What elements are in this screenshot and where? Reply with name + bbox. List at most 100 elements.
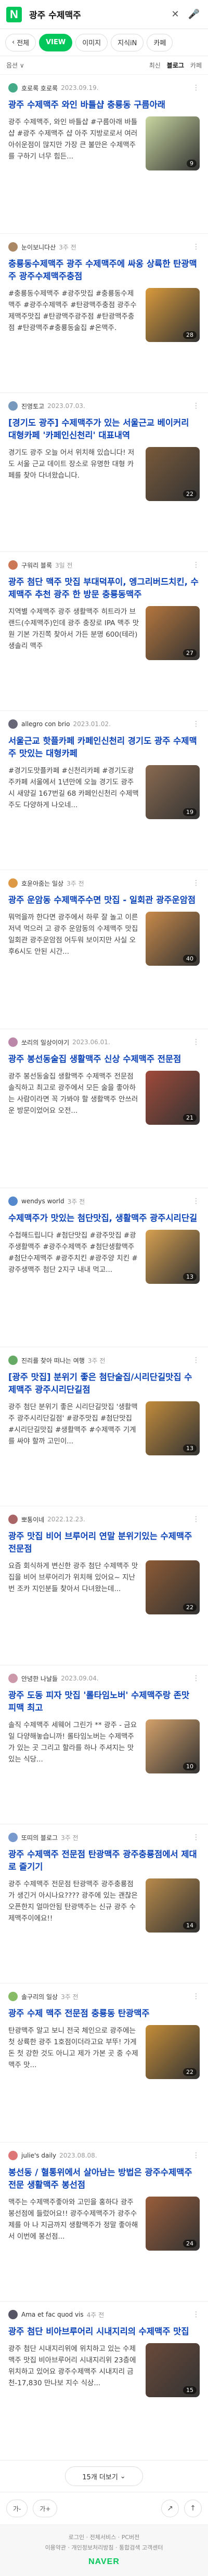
post-title[interactable]: 봉선동 / 혈통위에서 살아남는 방법은 광주수제맥주 전문 생활맥주 봉선점 bbox=[8, 2166, 200, 2191]
post-snippet[interactable]: 광주 수제맥주 전문점 탄광맥주 광주충룡점 가 생긴거 아시나요???? 광주… bbox=[8, 1878, 139, 1924]
avatar[interactable] bbox=[8, 1674, 18, 1683]
post-snippet[interactable]: 광주 첨단 시내지리위에 위치하고 있는 수제맥주 맛집 비아브루어리 시내지리… bbox=[8, 2343, 139, 2389]
author-name[interactable]: 안녕한 나날들 bbox=[21, 1674, 58, 1683]
avatar[interactable] bbox=[8, 1356, 18, 1365]
author-name[interactable]: 구워리 블록 bbox=[21, 561, 52, 570]
avatar[interactable] bbox=[8, 719, 18, 729]
font-smaller-button[interactable]: 가- bbox=[6, 2500, 28, 2517]
result-item[interactable]: 쏘리의 일상이야기 2023.06.01. ⋮ 광주 봉선동술집 생활맥주 신상 수제… bbox=[0, 1029, 208, 1188]
post-title[interactable]: [경기도 광주] 수제맥주가 있는 서울근교 베이커리 대형카페 '카페인신천리… bbox=[8, 417, 200, 442]
result-item[interactable]: 호윤아줌는 일상 3주 전 ⋮ 광주 운암동 수제맥주수면 맛집 - 일회관 광주운암… bbox=[0, 870, 208, 1029]
result-item[interactable]: 안녕한 나날들 2023.09.04. ⋮ 광주 도동 피자 맛집 '롤타임노버' 수… bbox=[0, 1665, 208, 1824]
more-options-icon[interactable]: ⋮ bbox=[192, 879, 200, 887]
post-thumbnail[interactable]: 19 bbox=[146, 765, 200, 819]
tab-image[interactable]: 이미지 bbox=[75, 33, 108, 51]
post-title[interactable]: 광주 도동 피자 맛집 '롤타임노버' 수제맥주랑 존맛 피맥 최고 bbox=[8, 1689, 200, 1714]
post-snippet[interactable]: 지역별 수제맥주 광주 생활맥주 히트라가 브랜드(수제맥주)인데 광주 충장로… bbox=[8, 606, 139, 652]
author-name[interactable]: 또띠의 블로그 bbox=[21, 1833, 58, 1842]
post-thumbnail[interactable]: 13 bbox=[146, 1230, 200, 1284]
more-options-icon[interactable]: ⋮ bbox=[192, 1833, 200, 1842]
tab-kin[interactable]: 지식iN bbox=[111, 33, 144, 51]
more-options-icon[interactable]: ⋮ bbox=[192, 2310, 200, 2319]
post-title[interactable]: 광주 수제 맥주 전문점 충룡동 탄광맥주 bbox=[8, 2007, 200, 2020]
tab-all[interactable]: ‹ 전체 bbox=[5, 33, 36, 51]
post-thumbnail[interactable]: 22 bbox=[146, 2025, 200, 2079]
post-snippet[interactable]: 수첩해드립니다 #첨단맛집 #광주맛집 #광주생활맥주 #광주수제맥주 #첨단생… bbox=[8, 1230, 139, 1276]
footer-links[interactable]: 로그인 · 전체서비스 · PC버전 bbox=[0, 2532, 208, 2543]
author-name[interactable]: wendys world bbox=[21, 1198, 64, 1205]
more-options-icon[interactable]: ⋮ bbox=[192, 2151, 200, 2160]
post-thumbnail[interactable]: 21 bbox=[146, 1071, 200, 1125]
tab-view[interactable]: VIEW bbox=[39, 33, 73, 51]
result-item[interactable]: 구워리 블록 3일 전 ⋮ 광주 첨단 맥주 맛집 부대덕푸이, 엥그리버드치킨, 수… bbox=[0, 552, 208, 711]
more-options-icon[interactable]: ⋮ bbox=[192, 243, 200, 251]
post-thumbnail[interactable]: 28 bbox=[146, 288, 200, 342]
post-title[interactable]: 광주 맛집 비어 브루어리 연말 분위기있는 수제맥주 전문점 bbox=[8, 1530, 200, 1555]
post-title[interactable]: 수제맥주가 맛있는 첨단맛집, 생활맥주 광주시리단길 bbox=[8, 1212, 200, 1225]
avatar[interactable] bbox=[8, 1037, 18, 1047]
author-name[interactable]: julie's daily bbox=[21, 2152, 56, 2159]
options-toggle[interactable]: 옵션 ∨ bbox=[6, 61, 24, 70]
search-query[interactable]: 광주 수제맥주 bbox=[29, 8, 164, 21]
more-button[interactable]: 15개 더보기 ⌄ bbox=[65, 2466, 143, 2486]
more-options-icon[interactable]: ⋮ bbox=[192, 402, 200, 410]
post-snippet[interactable]: #충룡동수제맥주 #광주맛집 #충룡동수제맥주 #광주수제맥주 #탄광맥주충점 … bbox=[8, 288, 139, 334]
sort-cafe[interactable]: 카페 bbox=[190, 61, 202, 70]
more-options-icon[interactable]: ⋮ bbox=[192, 720, 200, 728]
more-options-icon[interactable]: ⋮ bbox=[192, 1992, 200, 2001]
post-snippet[interactable]: 뭐먹을까 한다면 광주에서 하루 잘 놀고 이른 저녁 먹으러 고 광주 운암동… bbox=[8, 912, 139, 957]
more-options-icon[interactable]: ⋮ bbox=[192, 561, 200, 569]
avatar[interactable] bbox=[8, 878, 18, 888]
avatar[interactable] bbox=[8, 2310, 18, 2319]
post-thumbnail[interactable]: 14 bbox=[146, 1878, 200, 1933]
naver-logo[interactable]: N bbox=[6, 6, 22, 22]
result-item[interactable]: 솔구리의 일상 3주 전 ⋮ 광주 수제 맥주 전문점 충룡동 탄광맥주 탄광맥주 알고… bbox=[0, 1983, 208, 2143]
author-name[interactable]: 호윤아줌는 일상 bbox=[21, 879, 63, 888]
author-name[interactable]: 호로록 호로록 bbox=[21, 84, 58, 93]
result-item[interactable]: 진영토고 2023.07.03. ⋮ [경기도 광주] 수제맥주가 있는 서울근교 베… bbox=[0, 393, 208, 552]
more-options-icon[interactable]: ⋮ bbox=[192, 1197, 200, 1205]
post-title[interactable]: 광주 수제맥주 와인 바틀샵 충룡동 구름아래 bbox=[8, 99, 200, 111]
avatar[interactable] bbox=[8, 1197, 18, 1206]
post-snippet[interactable]: 맥주는 수제맥주좋아와 고민을 홍하다 광주봉선점에 들렀어요!! 광주수제맥주… bbox=[8, 2197, 139, 2242]
avatar[interactable] bbox=[8, 560, 18, 570]
avatar[interactable] bbox=[8, 2151, 18, 2160]
more-options-icon[interactable]: ⋮ bbox=[192, 84, 200, 92]
avatar[interactable] bbox=[8, 1992, 18, 2001]
mic-icon[interactable]: 🎤 bbox=[186, 7, 202, 22]
post-title[interactable]: 광주 봉선동술집 생활맥주 신상 수제맥주 전문점 bbox=[8, 1053, 200, 1066]
post-snippet[interactable]: 탄광맥주 알고 보니 전국 체인으로 광주에는 첫 상륙한 광주 1호점이더라고… bbox=[8, 2025, 139, 2071]
post-snippet[interactable]: 광주 봉선동술집 생활맥주 수제맥주 전문점 솔직하고 최고로 광주에서 모든 … bbox=[8, 1071, 139, 1116]
post-title[interactable]: 서울근교 핫플카페 카페인신천리 경기도 광주 수제맥주 맛있는 대형카페 bbox=[8, 735, 200, 760]
author-name[interactable]: Ama et fac quod vis bbox=[21, 2311, 84, 2318]
avatar[interactable] bbox=[8, 83, 18, 93]
more-options-icon[interactable]: ⋮ bbox=[192, 1515, 200, 1523]
result-item[interactable]: 뽀통이네 2022.12.23. ⋮ 광주 맛집 비어 브루어리 연말 분위기있는 수… bbox=[0, 1506, 208, 1665]
post-title[interactable]: 광주 수제맥주 전문점 탄광맥주 광주충룡점에서 제대로 즐기기 bbox=[8, 1848, 200, 1873]
post-title[interactable]: 광주 첨단 맥주 맛집 부대덕푸이, 엥그리버드치킨, 수제맥주 추천 광주 한… bbox=[8, 576, 200, 601]
result-item[interactable]: allegro con brio 2023.01.02. ⋮ 서울근교 핫플카페 카페… bbox=[0, 711, 208, 870]
post-thumbnail[interactable]: 40 bbox=[146, 912, 200, 966]
author-name[interactable]: allegro con brio bbox=[21, 720, 70, 728]
more-options-icon[interactable]: ⋮ bbox=[192, 1674, 200, 1683]
post-thumbnail[interactable]: 13 bbox=[146, 1401, 200, 1455]
avatar[interactable] bbox=[8, 1833, 18, 1842]
author-name[interactable]: 쏘리의 일상이야기 bbox=[21, 1038, 69, 1047]
share-icon[interactable]: ↗ bbox=[161, 2500, 179, 2517]
tab-cafe[interactable]: 카페 bbox=[147, 33, 173, 51]
post-title[interactable]: 광주 첨단 비아브루어리 시내지리의 수제맥주 맛집 bbox=[8, 2325, 200, 2338]
result-item[interactable]: 진리를 찾아 떠나는 여행 3주 전 ⋮ [광주 맛집] 분위기 좋은 첨단술집/시리… bbox=[0, 1347, 208, 1506]
post-thumbnail[interactable]: 22 bbox=[146, 447, 200, 501]
arrow-up-icon[interactable]: ↑ bbox=[184, 2500, 202, 2517]
post-thumbnail[interactable]: 24 bbox=[146, 2197, 200, 2251]
post-title[interactable]: 광주 운암동 수제맥주수면 맛집 - 일회관 광주운암점 bbox=[8, 894, 200, 906]
avatar[interactable] bbox=[8, 242, 18, 252]
result-item[interactable]: 눈이보니다산 3주 전 ⋮ 충룡동수제맥주 광주 수제맥주에 싸옹 상륙한 탄광맥주 … bbox=[0, 234, 208, 393]
post-snippet[interactable]: 광주 수제맥주, 와인 바틀샵 #구름아래 바틀샵 #광주 수제맥주 샵 아주 … bbox=[8, 116, 139, 162]
font-larger-button[interactable]: 가+ bbox=[33, 2500, 58, 2517]
avatar[interactable] bbox=[8, 401, 18, 411]
post-snippet[interactable]: 경기도 광주 오늘 어서 위치해 있습니다! 저도 서울 근교 데이트 장소로 … bbox=[8, 447, 139, 493]
result-item[interactable]: Ama et fac quod vis 4주 전 ⋮ 광주 첨단 비아브루어리 시내지… bbox=[0, 2302, 208, 2461]
result-item[interactable]: wendys world 3주 전 ⋮ 수제맥주가 맛있는 첨단맛집, 생활맥주 광주… bbox=[0, 1188, 208, 1347]
author-name[interactable]: 솔구리의 일상 bbox=[21, 1992, 58, 2001]
